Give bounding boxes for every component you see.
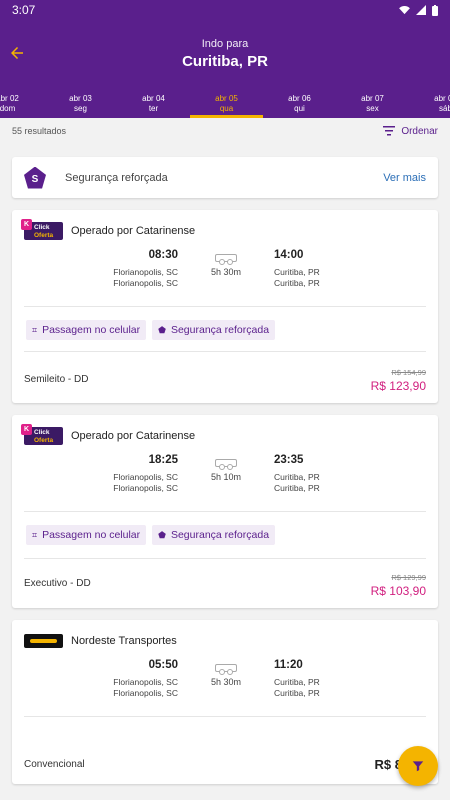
price: R$ 129,99 R$ 103,90 [371,573,426,598]
destination-city: Curitiba, PR [182,53,268,70]
phone-icon: ⌗ [32,529,38,540]
sort-button[interactable]: Ordenar [383,126,438,137]
status-icons [399,4,438,16]
operator-name: Operado por Catarinense [71,225,196,237]
bus-icon [215,459,237,470]
nordeste-logo [24,634,63,648]
phone-icon: ⌗ [32,324,38,335]
departure: 18:25 Florianopolis, SC Florianopolis, SC [113,454,178,493]
tag-mobile-ticket: ⌗ Passagem no celular [26,525,147,545]
wifi-icon [399,5,410,14]
shield-icon: ⬟ [158,529,166,540]
arrival: 14:00 Curitiba, PR Curitiba, PR [274,249,320,288]
results-count: 55 resultados [12,126,67,136]
destination-heading: Indo para Curitiba, PR [0,38,450,70]
date-tab-selected[interactable]: abr 05 qua [190,92,263,118]
app-header: 3:07 Indo para Curitiba, PR abr 02dom ab… [0,0,450,118]
date-tab[interactable]: abr 07 sex [336,92,409,118]
departure: 08:30 Florianopolis, SC Florianopolis, SC [113,249,178,288]
security-banner: S Segurança reforçada Ver mais [12,157,438,198]
divider [24,306,426,307]
trip-card[interactable]: K Click Oferta Operado por Catarinense 0… [12,210,438,403]
results-bar: 55 resultados Ordenar [0,118,450,144]
signal-icon [416,5,426,15]
click-oferta-logo: K Click Oferta [21,219,63,240]
arrival: 23:35 Curitiba, PR Curitiba, PR [274,454,320,493]
tag-mobile-ticket: ⌗ Passagem no celular [26,320,147,340]
departure-time: 05:50 [148,659,178,671]
duration: 5h 10m [196,459,256,483]
tag-security: ⬟ Segurança reforçada [152,525,276,545]
date-tab[interactable]: abr 03 seg [44,92,117,118]
service-class: Executivo - DD [24,578,91,589]
security-label: Segurança reforçada [65,171,168,184]
current-price: R$ 103,90 [370,584,426,598]
old-price: R$ 129,99 [391,573,426,582]
date-tab[interactable]: abr 02dom [0,92,44,118]
heading-subtitle: Indo para [201,38,249,50]
date-tab[interactable]: abr 04 ter [117,92,190,118]
service-class: Semileito - DD [24,374,89,385]
bus-icon [215,254,237,265]
price: R$ 154,99 R$ 123,90 [371,368,426,393]
tag-security: ⬟ Segurança reforçada [152,320,276,340]
departure: 05:50 Florianopolis, SC Florianopolis, SC [113,659,178,698]
departure-time: 08:30 [148,249,178,261]
divider [24,558,426,559]
date-tab[interactable]: abr 06 qui [263,92,336,118]
see-more-link[interactable]: Ver mais [383,172,426,184]
duration: 5h 30m [196,664,256,688]
operator-name: Nordeste Transportes [71,635,177,647]
duration: 5h 30m [196,254,256,278]
operator-name: Operado por Catarinense [71,430,196,442]
arrival: 11:20 Curitiba, PR Curitiba, PR [274,659,320,698]
service-class: Convencional [24,759,85,770]
date-tab[interactable]: abr 08sáb [409,92,450,118]
shield-icon: ⬟ [158,324,166,335]
date-tabs: abr 02dom abr 03seg abr 04ter abr 05qua … [0,92,450,118]
trip-card[interactable]: K Click Oferta Operado por Catarinense 1… [12,415,438,608]
current-price: R$ 123,90 [370,379,426,393]
click-oferta-logo: K Click Oferta [21,424,63,445]
arrival-time: 23:35 [274,454,304,466]
security-badge-icon: S [24,166,46,189]
departure-time: 18:25 [148,454,178,466]
divider [24,511,426,512]
arrival-time: 14:00 [274,249,304,261]
sort-icon [383,126,396,136]
divider [24,716,426,717]
bus-icon [215,664,237,675]
sort-label: Ordenar [401,125,438,137]
status-bar: 3:07 [0,0,450,20]
filter-icon [412,761,424,772]
status-time: 3:07 [12,3,36,17]
battery-icon [432,4,438,16]
divider [24,351,426,352]
trip-card[interactable]: Nordeste Transportes 05:50 Florianopolis… [12,620,438,784]
old-price: R$ 154,99 [391,368,426,377]
arrival-time: 11:20 [274,659,303,671]
filter-button[interactable] [398,746,438,786]
